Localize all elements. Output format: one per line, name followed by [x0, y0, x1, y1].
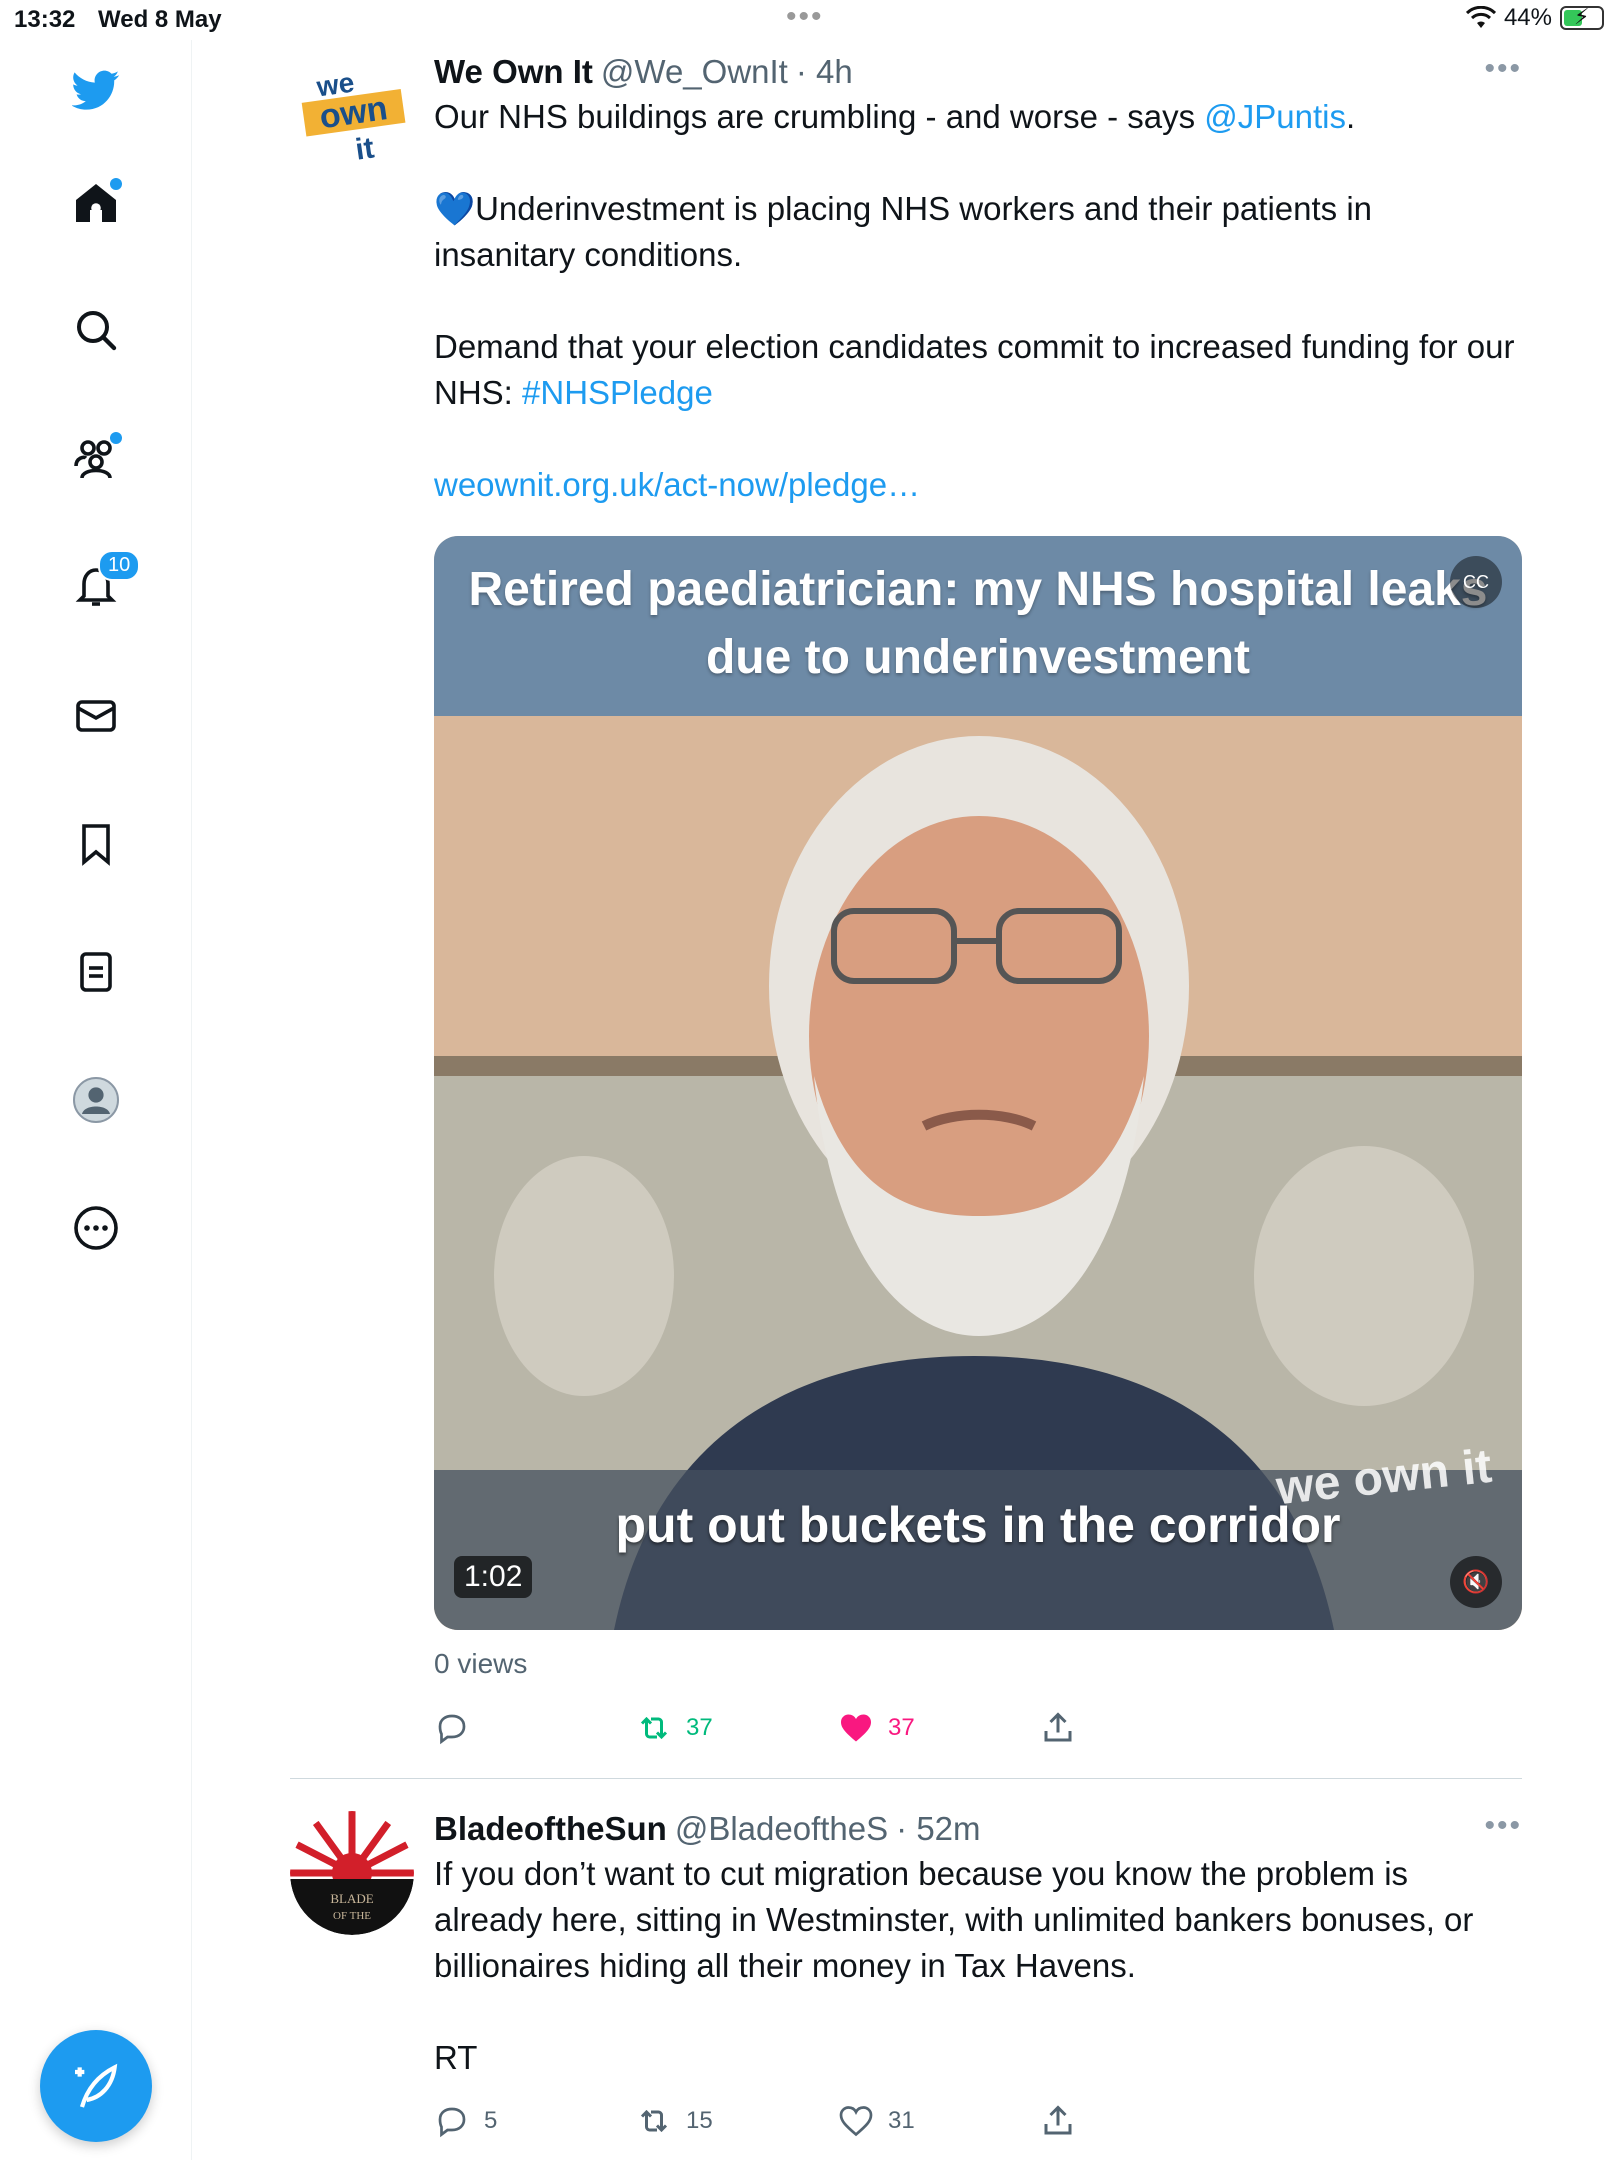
battery-percent: 44% — [1503, 4, 1552, 31]
mention-link[interactable]: @JPuntis — [1204, 98, 1346, 135]
reply-count: 5 — [484, 2107, 498, 2134]
retweet-icon — [640, 1716, 668, 1740]
twitter-logo-icon[interactable] — [68, 62, 124, 118]
blue-heart-emoji: 💙 — [434, 190, 476, 227]
lists-icon[interactable] — [68, 944, 124, 1000]
reply-button[interactable]: 5 — [434, 2103, 636, 2139]
retweet-button[interactable]: 37 — [636, 1710, 838, 1746]
status-time: 13:32 — [14, 6, 76, 33]
tweet-more-icon[interactable]: ••• — [1484, 52, 1522, 86]
tweet-time[interactable]: · 52m — [896, 1807, 980, 1851]
share-icon — [1044, 1712, 1072, 1742]
search-icon[interactable] — [68, 302, 124, 358]
retweet-count: 15 — [686, 2107, 713, 2134]
communities-notification-dot — [110, 432, 122, 444]
notification-count-badge: 10 — [98, 550, 141, 581]
tweet-actions: 37 37 — [434, 1708, 1522, 1748]
video-title-overlay: Retired paediatrician: my NHS hospital l… — [434, 536, 1522, 716]
status-bar: 13:32 Wed 8 May ••• 44% ⚡ — [0, 0, 1620, 40]
timeline: we own it We Own It @We_OwnIt · 4h ••• O… — [290, 40, 1522, 2160]
tweet-header: BladeoftheSun @BladeoftheS · 52m — [434, 1797, 1522, 1851]
multitask-dots-icon[interactable]: ••• — [786, 0, 824, 34]
avatar[interactable]: we own it — [290, 54, 414, 178]
compose-feather-icon — [75, 2063, 118, 2108]
svg-text:BLADE: BLADE — [330, 1891, 373, 1906]
tweet-text: If you don’t want to cut migration becau… — [434, 1851, 1522, 2081]
mute-icon[interactable]: 🔇 — [1450, 1556, 1502, 1608]
share-button[interactable] — [1040, 2103, 1242, 2139]
retweet-button[interactable]: 15 — [636, 2103, 838, 2139]
url-link[interactable]: weownit.org.uk/act-now/pledge… — [434, 466, 920, 503]
hashtag-link[interactable]: #NHSPledge — [522, 374, 713, 411]
notifications-bell-icon[interactable]: 10 — [68, 550, 141, 614]
reply-icon — [438, 2107, 466, 2138]
bookmarks-icon[interactable] — [68, 816, 124, 872]
tweet-text-line: Underinvestment is placing NHS workers a… — [434, 190, 1373, 273]
profile-avatar-icon[interactable] — [68, 1072, 124, 1128]
more-options-icon[interactable] — [68, 1200, 124, 1256]
tweet-text: Our NHS buildings are crumbling - and wo… — [434, 94, 1522, 508]
reply-button[interactable] — [434, 1710, 636, 1746]
status-right: 44% ⚡ — [1465, 4, 1604, 32]
author-handle[interactable]: @BladeoftheS — [675, 1807, 888, 1851]
blade-of-the-sun-logo: BLADE OF THE — [290, 1811, 414, 1935]
heart-filled-icon — [841, 1714, 871, 1742]
tweet-time[interactable]: · 4h — [796, 50, 853, 94]
like-count: 37 — [888, 1714, 915, 1741]
author-handle[interactable]: @We_OwnIt — [601, 50, 788, 94]
tweet[interactable]: we own it We Own It @We_OwnIt · 4h ••• O… — [290, 40, 1522, 1748]
view-count: 0 views — [434, 1648, 528, 1679]
home-notification-dot — [110, 178, 122, 190]
like-button[interactable]: 37 — [838, 1710, 1040, 1746]
communities-icon[interactable] — [68, 430, 124, 486]
tweet[interactable]: BLADE OF THE BladeoftheSun @BladeoftheS … — [290, 1797, 1522, 2160]
heart-outline-icon — [839, 2106, 873, 2137]
author-name[interactable]: BladeoftheSun — [434, 1807, 667, 1851]
tweet-divider — [290, 1778, 1522, 1779]
video-player[interactable]: Retired paediatrician: my NHS hospital l… — [434, 536, 1522, 1630]
we-own-it-logo: we own it — [290, 54, 414, 178]
compose-tweet-button[interactable] — [40, 2030, 152, 2142]
tweet-text-line: . — [1346, 98, 1356, 135]
svg-text:OF THE: OF THE — [333, 1910, 371, 1922]
reply-icon — [438, 1714, 466, 1745]
like-button[interactable]: 31 — [838, 2103, 1040, 2139]
tweet-text-line: Our NHS buildings are crumbling - and wo… — [434, 98, 1205, 135]
tweet-header: We Own It @We_OwnIt · 4h — [434, 40, 1522, 94]
video-duration: 1:02 — [454, 1556, 533, 1598]
battery-icon: ⚡ — [1560, 4, 1604, 30]
tweet-actions: 5 15 31 — [434, 2101, 1522, 2141]
tweet-more-icon[interactable]: ••• — [1484, 1809, 1522, 1843]
tweet-text-line: RT — [434, 2039, 478, 2076]
like-count: 31 — [888, 2107, 915, 2134]
home-icon[interactable] — [68, 176, 124, 232]
tweet-text-line: If you don’t want to cut migration becau… — [434, 1855, 1474, 1984]
share-button[interactable] — [1040, 1710, 1242, 1746]
avatar[interactable]: BLADE OF THE — [290, 1811, 414, 1935]
retweet-icon — [640, 2109, 668, 2133]
retweet-count: 37 — [686, 1714, 713, 1741]
sidebar: 10 — [0, 40, 192, 2160]
captions-icon[interactable]: CC — [1450, 556, 1502, 608]
messages-icon[interactable] — [68, 688, 124, 744]
share-icon — [1044, 2105, 1072, 2135]
wifi-icon — [1465, 6, 1496, 28]
status-date: Wed 8 May — [98, 6, 222, 33]
author-name[interactable]: We Own It — [434, 50, 593, 94]
